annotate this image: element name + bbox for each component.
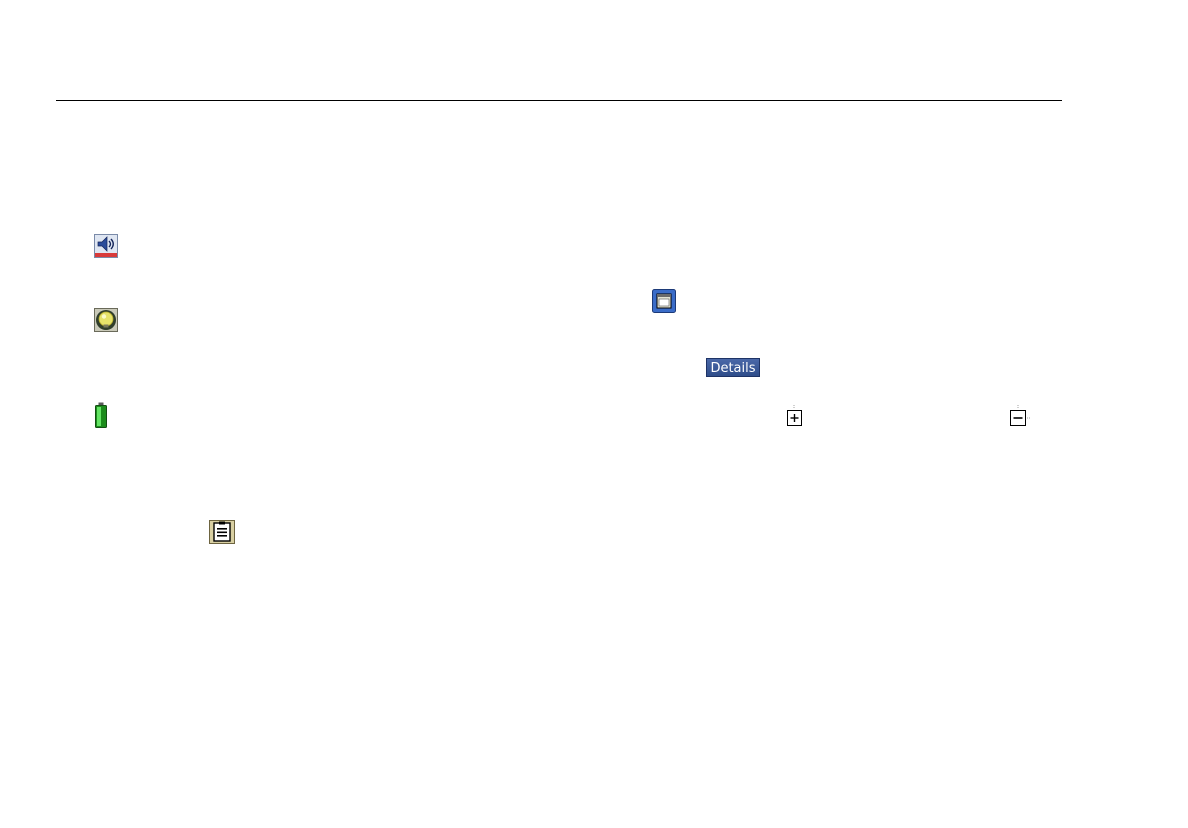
clipboard-icon xyxy=(209,520,235,544)
battery-icon xyxy=(95,402,107,428)
speaker-icon xyxy=(94,234,118,258)
minus-icon[interactable] xyxy=(1008,405,1032,429)
plus-icon[interactable] xyxy=(784,405,806,429)
light-bulb-icon xyxy=(94,308,118,332)
details-button[interactable]: Details xyxy=(706,358,760,377)
header-rule xyxy=(56,100,1062,101)
window-icon[interactable] xyxy=(652,289,676,313)
